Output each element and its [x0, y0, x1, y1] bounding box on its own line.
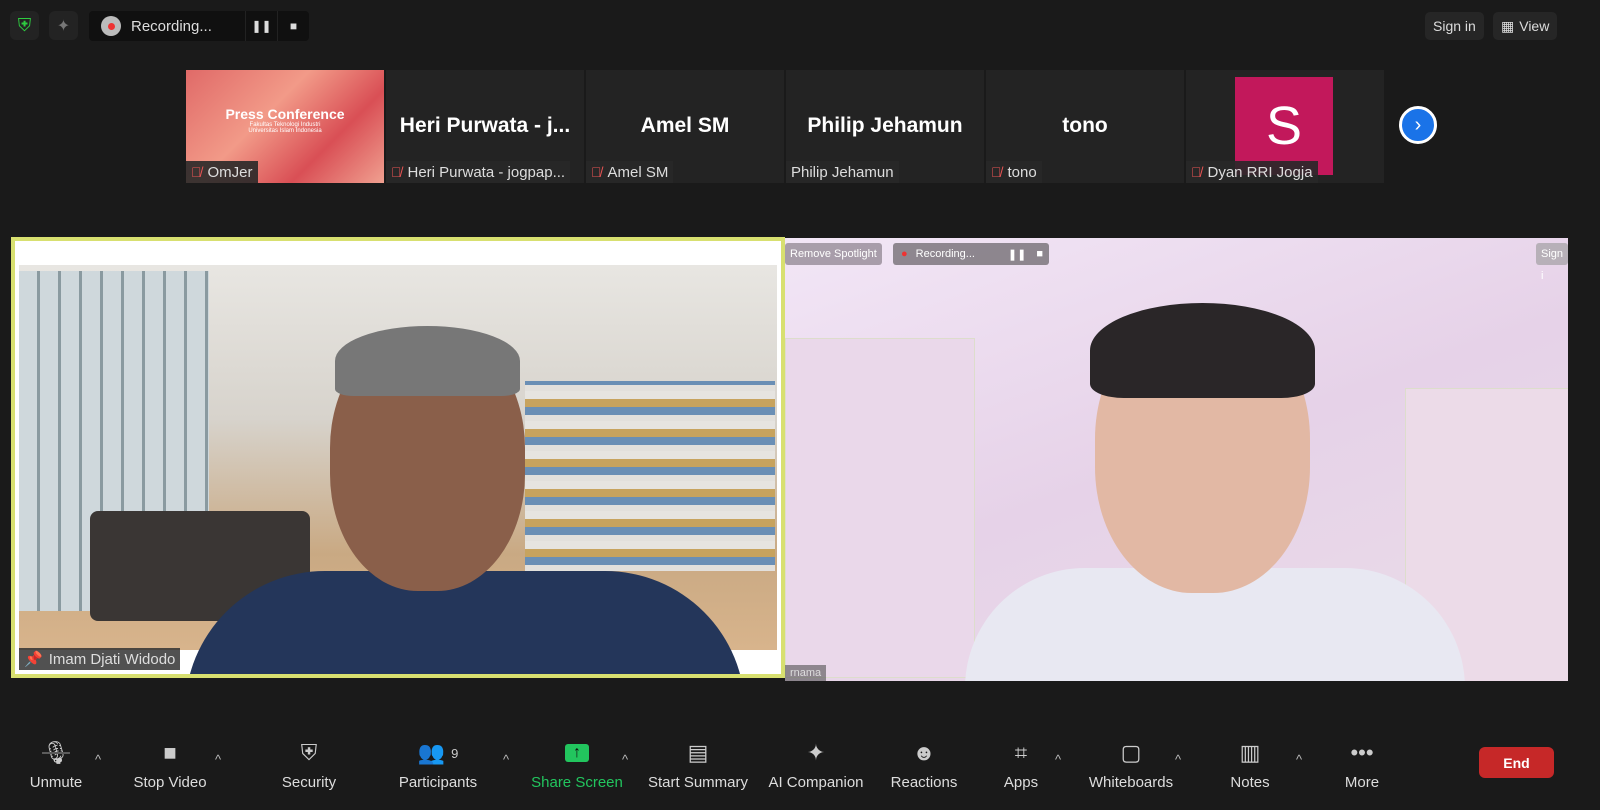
view-button[interactable]: ▦ View: [1493, 12, 1558, 40]
encryption-shield-button[interactable]: ⛨: [10, 11, 39, 40]
shield-check-icon: ⛨: [17, 15, 32, 35]
end-meeting-button[interactable]: End: [1479, 747, 1554, 778]
participant-name-tag: 🎙̸ Heri Purwata - jogpap...: [386, 161, 571, 183]
toolbar-label: AI Companion: [768, 774, 864, 791]
toolbar-label: Start Summary: [647, 774, 749, 791]
participant-tile[interactable]: tono 🎙̸ tono: [986, 70, 1184, 183]
options-caret-icon[interactable]: ^: [1175, 752, 1181, 767]
toolbar-label: More: [1344, 774, 1380, 791]
participants-icon: 👥 9: [417, 740, 459, 765]
participant-tile[interactable]: Press Conference Fakultas Teknologi Indu…: [186, 70, 384, 183]
toolbar-label: Share Screen: [531, 774, 623, 791]
participant-tile[interactable]: Philip Jehamun Philip Jehamun: [786, 70, 984, 183]
participant-name-tag: 📌 Imam Djati Widodo: [19, 648, 181, 670]
participant-name-tag: 🎙̸ Amel SM: [586, 161, 674, 183]
participant-tile[interactable]: S 🎙̸ Dyan RRI Jogja: [1186, 70, 1384, 183]
sparkle-icon: ✦: [806, 740, 826, 765]
options-caret-icon[interactable]: ^: [215, 752, 221, 767]
toolbar-label: Participants: [398, 774, 478, 791]
sign-in-button[interactable]: Sign in: [1425, 12, 1484, 40]
stop-recording-button[interactable]: ■: [277, 11, 309, 41]
participant-tile[interactable]: Heri Purwata - j... 🎙̸ Heri Purwata - jog…: [386, 70, 584, 183]
recording-indicator: ● Recording... ❚❚ ■: [893, 243, 1049, 265]
cloud-record-icon: [101, 16, 121, 36]
apps-icon: ⌗: [1014, 740, 1028, 765]
video-tile-active-speaker[interactable]: 📌 Imam Djati Widodo: [11, 237, 785, 678]
remove-spotlight-button[interactable]: Remove Spotlight: [785, 243, 882, 265]
toolbar-label: Security: [281, 774, 337, 791]
chevron-right-icon: ›: [1414, 113, 1422, 136]
ai-companion-top-button[interactable]: ✦: [49, 11, 78, 40]
toolbar-label: Notes: [1230, 774, 1270, 791]
toolbar-apps-button[interactable]: ⌗ Apps: [961, 738, 1081, 791]
toolbar-security-button[interactable]: ⛨ Security: [249, 738, 369, 791]
toolbar-ai-companion-button[interactable]: ✦ AI Companion: [756, 738, 876, 791]
toolbar-whiteboards-button[interactable]: ▢ Whiteboards: [1071, 738, 1191, 791]
participant-name-tag: 🎙̸ OmJer: [186, 161, 258, 183]
participant-count: 9: [451, 745, 459, 761]
video-icon: ■: [163, 740, 177, 765]
sign-in-button[interactable]: Sign i: [1536, 243, 1568, 282]
options-caret-icon[interactable]: ^: [503, 752, 509, 767]
mic-muted-icon: 🎙̸: [591, 164, 602, 180]
participant-name-tag: Philip Jehamun: [786, 161, 899, 183]
toolbar-notes-button[interactable]: ▥ Notes: [1190, 738, 1310, 791]
toolbar-more-button[interactable]: ••• More: [1302, 738, 1422, 791]
shield-icon: ⛨: [300, 740, 318, 765]
participant-name-tag: 🎙̸ Dyan RRI Jogja: [1186, 161, 1318, 183]
toolbar-start-summary-button[interactable]: ▤ Start Summary: [638, 738, 758, 791]
grid-view-icon: ▦: [1501, 17, 1515, 34]
mic-muted-icon: 🎙̸: [1191, 164, 1202, 180]
toolbar-stop-video-button[interactable]: ■ Stop Video: [110, 738, 230, 791]
options-caret-icon[interactable]: ^: [95, 752, 101, 767]
spotlight-pin-icon: 📌: [24, 651, 43, 668]
video-tile[interactable]: Remove Spotlight ● Recording... ❚❚ ■ Sign i…: [785, 238, 1568, 681]
cloud-record-icon: ●: [901, 248, 908, 260]
recording-indicator: Recording... ❚❚ ■: [89, 11, 309, 41]
toolbar-share-screen-button[interactable]: ↑ Share Screen: [517, 738, 637, 791]
toolbar-label: Unmute: [29, 774, 83, 791]
participant-tile[interactable]: Amel SM 🎙̸ Amel SM: [586, 70, 784, 183]
toolbar-label: Stop Video: [133, 774, 207, 791]
next-page-button[interactable]: ›: [1399, 106, 1437, 144]
toolbar-participants-button[interactable]: 👥 9 Participants: [378, 738, 498, 791]
options-caret-icon[interactable]: ^: [622, 752, 628, 767]
mic-muted-icon: 🎙̸: [991, 164, 1002, 180]
whiteboard-icon: ▢: [1120, 740, 1142, 765]
summary-icon: ▤: [687, 740, 709, 765]
notes-icon: ▥: [1239, 740, 1261, 765]
options-caret-icon[interactable]: ^: [1055, 752, 1061, 767]
mic-muted-icon: 🎙̸: [191, 164, 202, 180]
more-icon: •••: [1350, 740, 1374, 765]
sparkle-icon: ✦: [56, 17, 71, 35]
share-screen-icon: ↑: [517, 738, 637, 768]
participant-name-tag: rnama: [785, 665, 827, 681]
toolbar-label: Whiteboards: [1088, 774, 1174, 791]
mic-muted-icon: 🎙̸: [391, 164, 402, 180]
participant-name-tag: 🎙̸ tono: [986, 161, 1042, 183]
toolbar-label: Apps: [1003, 774, 1039, 791]
pause-recording-button[interactable]: ❚❚: [245, 11, 277, 41]
